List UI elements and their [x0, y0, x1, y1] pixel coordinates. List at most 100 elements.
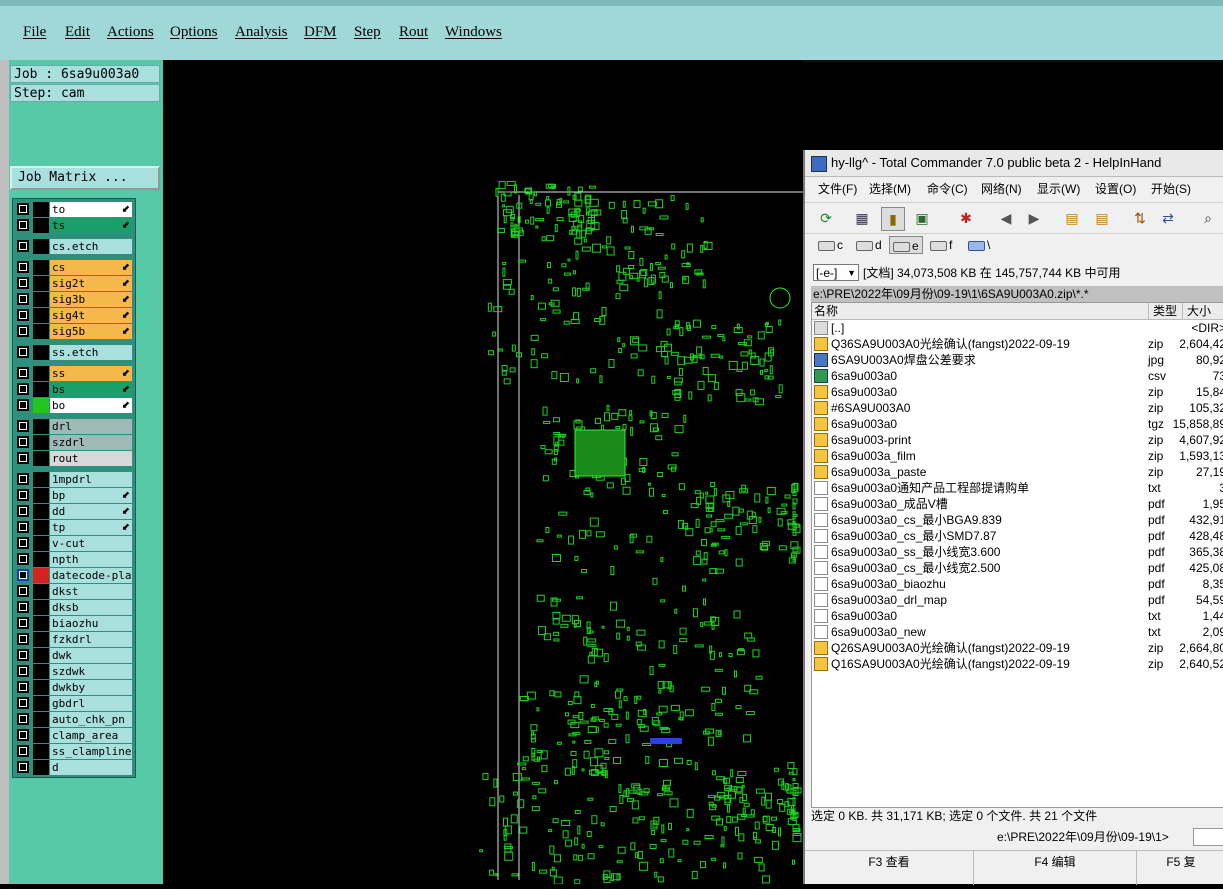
layer-row[interactable]: biaozhu [14, 616, 132, 631]
tc-menu-file[interactable]: 文件(F) [818, 178, 857, 200]
layer-row[interactable]: auto_chk_pn [14, 712, 132, 727]
column-size[interactable]: 大小 [1182, 303, 1211, 319]
layer-row[interactable]: ss_clampline [14, 744, 132, 759]
layer-status-swatch[interactable] [33, 218, 49, 233]
layer-checkbox[interactable] [17, 521, 29, 533]
layer-name[interactable]: gbdrl [50, 696, 132, 711]
layer-status-swatch[interactable] [33, 382, 49, 397]
layer-checkbox[interactable] [17, 240, 29, 252]
layer-row[interactable]: gbdrl [14, 696, 132, 711]
file-row[interactable]: 6sa9u003a_film zip 1,593,13 [812, 448, 1223, 464]
layer-status-swatch[interactable] [33, 760, 49, 775]
tc-menu-select[interactable]: 选择(M) [869, 178, 911, 200]
layer-row[interactable]: sig5b ⬋ [14, 324, 132, 339]
layer-row[interactable]: d [14, 760, 132, 775]
layer-row[interactable]: dkst [14, 584, 132, 599]
layer-checkbox[interactable] [17, 399, 29, 411]
layer-checkbox[interactable] [17, 761, 29, 773]
file-row[interactable]: 6sa9u003a0_cs_最小线宽2.500 pdf 425,08 [812, 560, 1223, 576]
menu-analysis[interactable]: Analysis [235, 24, 288, 41]
layer-checkbox[interactable] [17, 219, 29, 231]
file-list[interactable]: 名称 类型 大小 [..] <DIR> Q36SA9U003A0光绘确认(fangs… [811, 302, 1223, 808]
layer-checkbox[interactable] [17, 585, 29, 597]
layer-checkbox[interactable] [17, 665, 29, 677]
layer-status-swatch[interactable] [33, 366, 49, 381]
layer-name[interactable]: sig3b [50, 292, 132, 307]
layer-name[interactable]: szdrl [50, 435, 132, 450]
layer-checkbox[interactable] [17, 553, 29, 565]
layer-row[interactable]: bs ⬋ [14, 382, 132, 397]
layer-status-swatch[interactable] [33, 552, 49, 567]
layer-checkbox[interactable] [17, 489, 29, 501]
layer-name[interactable]: cs.etch [50, 239, 132, 254]
layer-row[interactable]: sig3b ⬋ [14, 292, 132, 307]
menu-options[interactable]: Options [170, 24, 218, 41]
layer-row[interactable]: szdrl [14, 435, 132, 450]
layer-row[interactable]: dd ⬋ [14, 504, 132, 519]
layer-status-swatch[interactable] [33, 419, 49, 434]
layer-row[interactable]: tp ⬋ [14, 520, 132, 535]
layer-checkbox[interactable] [17, 537, 29, 549]
layer-row[interactable]: sig4t ⬋ [14, 308, 132, 323]
file-row[interactable]: 6sa9u003a0_drl_map pdf 54,59 [812, 592, 1223, 608]
layer-row[interactable]: szdwk [14, 664, 132, 679]
file-row[interactable]: 6sa9u003a0_cs_最小BGA9.839 pdf 432,91 [812, 512, 1223, 528]
layer-status-swatch[interactable] [33, 584, 49, 599]
menu-file[interactable]: File [23, 24, 46, 41]
layer-checkbox[interactable] [17, 293, 29, 305]
layer-row[interactable]: bo ⬋ [14, 398, 132, 413]
file-row[interactable]: [..] <DIR> [812, 320, 1223, 336]
tc-menu-network[interactable]: 网络(N) [981, 178, 1022, 200]
menu-dfm[interactable]: DFM [304, 24, 337, 41]
layer-checkbox[interactable] [17, 617, 29, 629]
layer-status-swatch[interactable] [33, 451, 49, 466]
layer-checkbox[interactable] [17, 452, 29, 464]
layer-checkbox[interactable] [17, 745, 29, 757]
brief-view-icon[interactable]: ▦ [851, 207, 873, 229]
file-row[interactable]: 6sa9u003-print zip 4,607,92 [812, 432, 1223, 448]
layer-checkbox[interactable] [17, 261, 29, 273]
f3-view-button[interactable]: F3 查看 [805, 851, 974, 885]
file-row[interactable]: 6sa9u003a0 txt 1,44 [812, 608, 1223, 624]
forward-icon[interactable]: ▶ [1023, 207, 1045, 229]
layer-name[interactable]: sig2t [50, 276, 132, 291]
layer-checkbox[interactable] [17, 697, 29, 709]
f4-edit-button[interactable]: F4 编辑 [974, 851, 1137, 885]
job-matrix-button[interactable]: Job Matrix ... [10, 166, 160, 190]
pack-icon[interactable]: ▤ [1061, 207, 1083, 229]
layer-status-swatch[interactable] [33, 202, 49, 217]
layer-status-swatch[interactable] [33, 324, 49, 339]
layer-row[interactable]: sig2t ⬋ [14, 276, 132, 291]
invert-selection-icon[interactable]: ✱ [955, 207, 977, 229]
layer-checkbox[interactable] [17, 473, 29, 485]
network-drive[interactable]: \ [965, 236, 990, 254]
layer-row[interactable]: rout [14, 451, 132, 466]
layer-name[interactable]: rout [50, 451, 132, 466]
layer-checkbox[interactable] [17, 601, 29, 613]
drive-select[interactable]: [-e-] ▼ [813, 264, 859, 281]
file-row[interactable]: 6sa9u003a0 tgz 15,858,89 [812, 416, 1223, 432]
layer-status-swatch[interactable] [33, 488, 49, 503]
menu-step[interactable]: Step [354, 24, 381, 41]
column-type[interactable]: 类型 [1148, 303, 1177, 319]
file-row[interactable]: Q16SA9U003A0光绘确认(fangst)2022-09-19 zip 2,6… [812, 656, 1223, 672]
layer-name[interactable]: sig5b [50, 324, 132, 339]
layer-checkbox[interactable] [17, 277, 29, 289]
layer-name[interactable]: drl [50, 419, 132, 434]
tc-menu-view[interactable]: 显示(W) [1037, 178, 1080, 200]
layer-row[interactable]: dwk [14, 648, 132, 663]
menu-edit[interactable]: Edit [65, 24, 90, 41]
layer-name[interactable]: ss [50, 366, 132, 381]
thumbnail-icon[interactable]: ▣ [911, 207, 933, 229]
layer-name[interactable]: dkst [50, 584, 132, 599]
layer-name[interactable]: ss_clampline [50, 744, 132, 759]
layer-checkbox[interactable] [17, 681, 29, 693]
layer-checkbox[interactable] [17, 569, 29, 581]
layer-status-swatch[interactable] [33, 728, 49, 743]
layer-row[interactable]: clamp_area [14, 728, 132, 743]
file-row[interactable]: Q26SA9U003A0光绘确认(fangst)2022-09-19 zip 2,6… [812, 640, 1223, 656]
layer-status-swatch[interactable] [33, 276, 49, 291]
layer-name[interactable]: dwkby [50, 680, 132, 695]
layer-row[interactable]: ss.etch [14, 345, 132, 360]
file-row[interactable]: 6sa9u003a0_cs_最小SMD7.87 pdf 428,48 [812, 528, 1223, 544]
